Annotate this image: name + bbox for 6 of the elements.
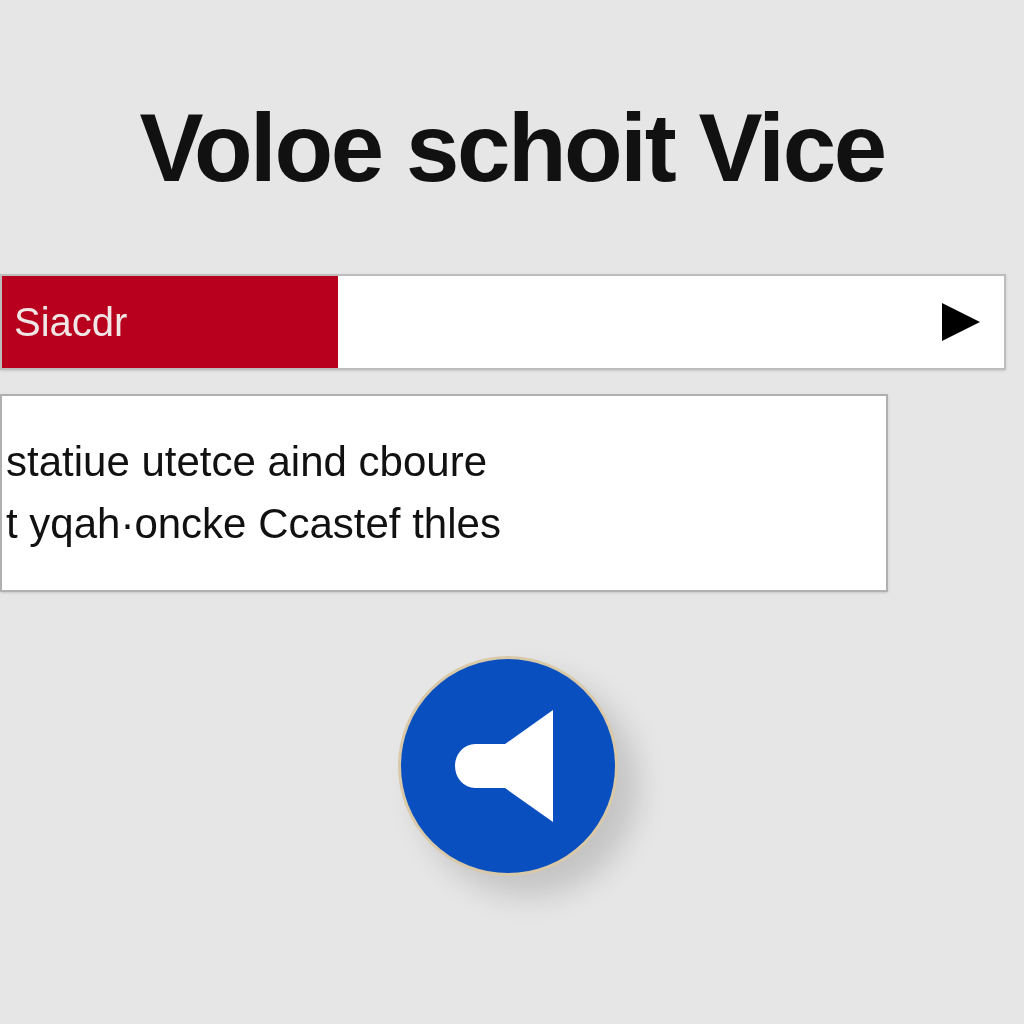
message-line: t yqah·oncke Ccastef thles [6,499,502,549]
message-line: statiue utetce aind cboure [6,436,488,487]
search-bar[interactable]: Siacdr [0,274,1006,370]
page-title: Voloe schoit Vice [139,100,885,196]
play-icon[interactable] [940,301,982,343]
search-label[interactable]: Siacdr [2,276,338,368]
